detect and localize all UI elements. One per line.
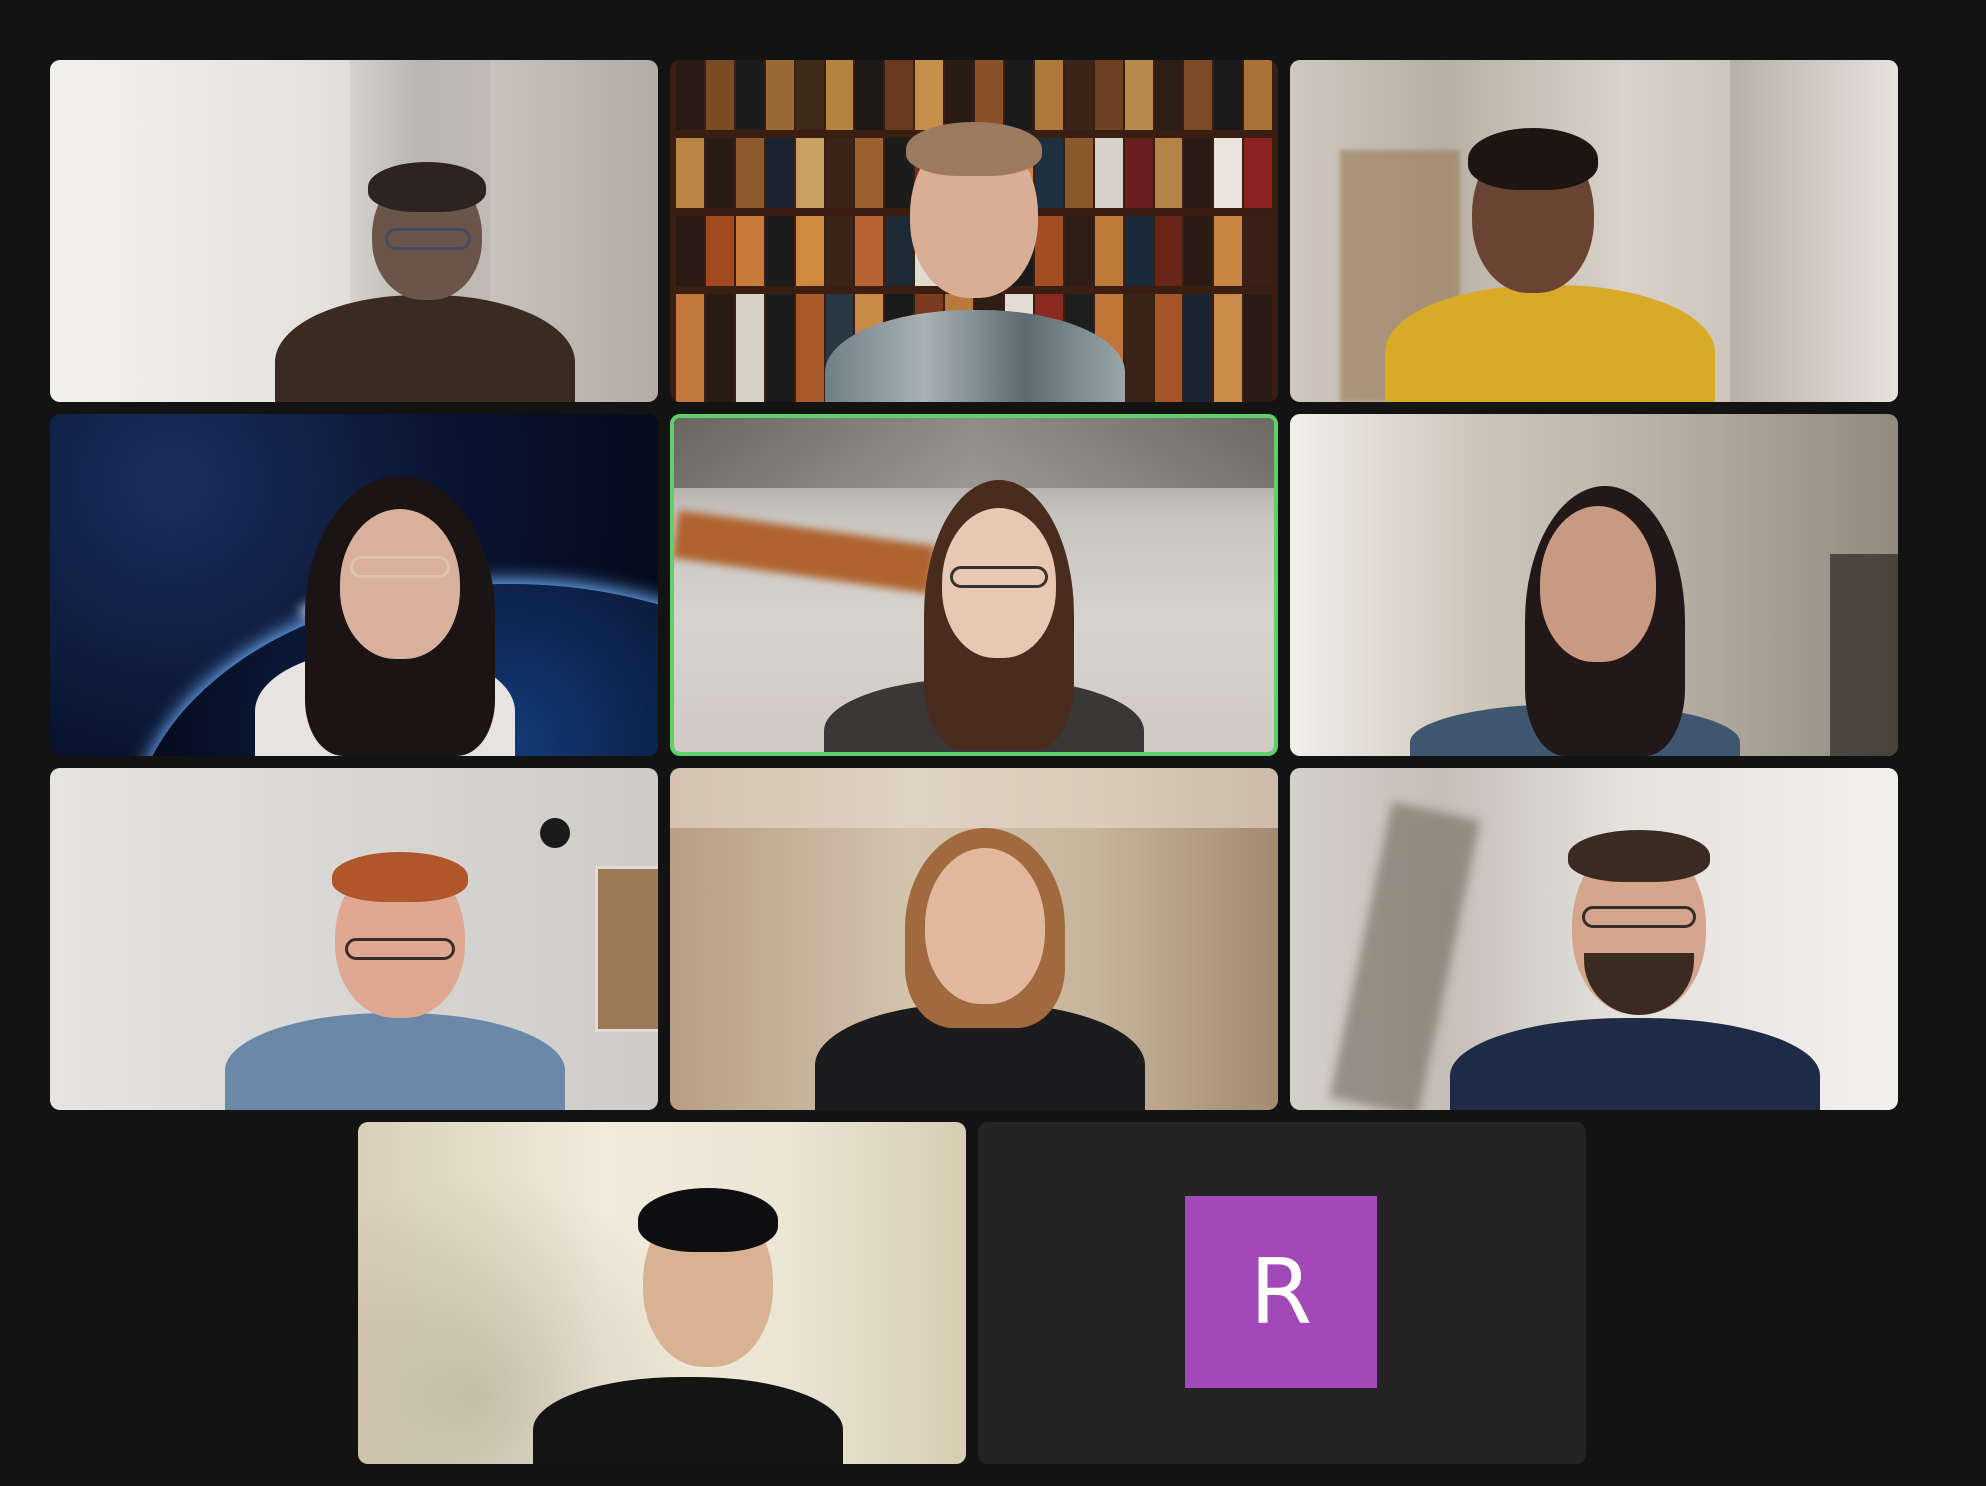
participant-no-video-tile[interactable]: R (978, 1122, 1586, 1464)
participant-video (1290, 414, 1898, 756)
participant-video-tile[interactable] (50, 768, 658, 1110)
participant-avatar: R (1185, 1196, 1377, 1388)
participant-video-tile-active-speaker[interactable] (670, 414, 1278, 756)
participant-video-tile[interactable] (1290, 414, 1898, 756)
participant-video-tile[interactable] (50, 414, 658, 756)
participant-video (670, 60, 1278, 402)
participant-video (674, 418, 1274, 752)
participant-video-tile[interactable] (50, 60, 658, 402)
participant-video-tile[interactable] (670, 768, 1278, 1110)
participant-video-tile[interactable] (358, 1122, 966, 1464)
participant-video (1290, 768, 1898, 1110)
participant-video (358, 1122, 966, 1464)
participant-video-tile[interactable] (1290, 768, 1898, 1110)
participant-video-tile[interactable] (1290, 60, 1898, 402)
participant-video (50, 414, 658, 756)
participant-video (670, 768, 1278, 1110)
participant-video (50, 768, 658, 1110)
participant-video (1290, 60, 1898, 402)
participant-video-tile[interactable] (670, 60, 1278, 402)
gallery-view: R (0, 0, 1986, 1486)
participant-video (50, 60, 658, 402)
